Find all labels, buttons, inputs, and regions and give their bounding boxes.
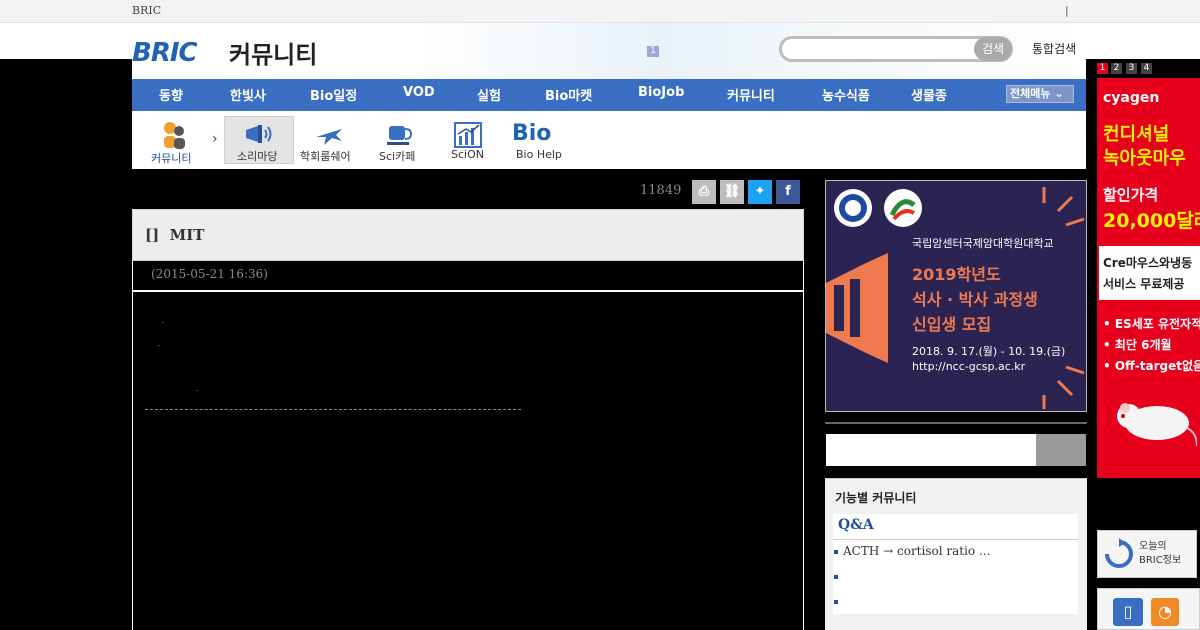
notice-badge[interactable]: 1 <box>647 46 659 57</box>
banner-line1: 2019학년도 <box>912 265 1001 284</box>
post-header <box>132 209 804 261</box>
bric-logo[interactable]: BRIC <box>132 38 198 68</box>
chart-icon <box>454 122 482 148</box>
topbar-brand-link[interactable]: BRIC <box>132 4 161 17</box>
subnav-item-bio-help[interactable]: Bio Help <box>516 148 562 161</box>
ad-page-4[interactable]: 4 <box>1141 63 1152 74</box>
chevron-down-icon: ⌄ <box>1054 87 1064 100</box>
sidebar-divider <box>825 422 1087 424</box>
search-button[interactable]: 검색 <box>974 37 1012 61</box>
nav-item-agri-food[interactable]: 농수식품 <box>822 85 870 104</box>
school-recruitment-banner[interactable]: 국립암센터국제암대학원대학교 2019학년도 석사 · 박사 과정생 신입생 모… <box>825 180 1087 412</box>
bullet-icon <box>834 550 838 554</box>
ad-price: 20,000달러 <box>1103 210 1200 232</box>
ad-page-3[interactable]: 3 <box>1126 63 1137 74</box>
refresh-icon <box>1105 538 1133 568</box>
qa-title-link[interactable]: Q&A <box>838 517 874 533</box>
bullet-icon <box>834 600 838 604</box>
ad-bullet2: • 최단 6개월 <box>1103 338 1172 352</box>
mobile-app-icon[interactable]: ▯ <box>1113 598 1143 626</box>
ad-offer2: 서비스 무료제공 <box>1103 277 1185 291</box>
ad-page-1[interactable]: 1 <box>1097 63 1108 74</box>
subnav-item-sci-cafe[interactable]: Sci카페 <box>379 148 415 164</box>
subnav-item-conference-share[interactable]: 학회룸쉐어 <box>300 148 351 164</box>
twitter-share-button[interactable]: ✦ <box>748 180 772 204</box>
nav-item-bio-schedule[interactable]: Bio일정 <box>310 85 357 104</box>
ad-offer1: Cre마우스와냉동 <box>1103 256 1193 270</box>
post-title-bracket: [] <box>145 226 160 244</box>
info-label-line2: BRIC정보 <box>1139 555 1182 566</box>
ad-price-label: 할인가격 <box>1103 186 1159 204</box>
qa-list-item[interactable]: ACTH → cortisol ratio ... <box>843 544 990 558</box>
print-button[interactable]: ⎙ <box>692 180 716 204</box>
subnav-item-community[interactable]: 커뮤니티 <box>151 150 191 166</box>
sidebar-search-button[interactable] <box>1036 434 1086 466</box>
ad-brand: cyagen <box>1103 90 1160 106</box>
twitter-icon: ✦ <box>754 184 766 199</box>
megaphone-graphic <box>826 253 888 363</box>
bio-help-icon: Bio <box>512 121 552 146</box>
side-advertisement[interactable]: cyagen 컨디셔널 녹아웃마우 할인가격 20,000달러 Cre마우스와냉… <box>1097 78 1200 478</box>
decorative-rays <box>1042 187 1085 409</box>
copy-link-button[interactable]: ⛓ <box>720 180 744 204</box>
banner-line3: 신입생 모집 <box>912 315 992 334</box>
airplane-icon <box>316 129 342 145</box>
megaphone-icon <box>246 125 272 143</box>
mouse-image <box>1117 403 1197 447</box>
subnav-item-scion[interactable]: SciON <box>451 148 484 161</box>
qa-divider <box>833 539 1078 540</box>
ad-bullet3: • Off-target없음 <box>1103 359 1200 373</box>
banner-line2: 석사 · 박사 과정생 <box>912 290 1038 309</box>
all-menu-label: 전체메뉴 <box>1010 87 1051 100</box>
banner-school: 국립암센터국제암대학원대학교 <box>912 237 1054 250</box>
link-icon: ⛓ <box>723 184 741 199</box>
top-utility-bar <box>0 0 1200 23</box>
facebook-share-button[interactable]: f <box>776 180 800 204</box>
post-divider <box>145 409 521 410</box>
ad-line2: 녹아웃마우 <box>1103 148 1186 169</box>
info-label-line1: 오늘의 <box>1139 541 1167 552</box>
section-title[interactable]: 커뮤니티 <box>229 35 317 70</box>
banner-url: http://ncc-gcsp.ac.kr <box>912 360 1026 373</box>
community-icon <box>164 122 185 149</box>
ad-page-2[interactable]: 2 <box>1111 63 1122 74</box>
total-search-link[interactable]: 통합검색 <box>1032 40 1076 57</box>
view-count: 11849 <box>640 183 682 198</box>
ad-line1: 컨디셔널 <box>1103 124 1170 145</box>
school-emblem-icon <box>834 189 922 227</box>
print-icon: ⎙ <box>698 184 710 199</box>
coffee-cup-icon <box>387 126 413 145</box>
post-title: [] MIT <box>145 226 204 244</box>
post-body <box>132 291 804 630</box>
all-menu-button[interactable]: 전체메뉴 ⌄ <box>1006 85 1074 103</box>
nav-item-bio-market[interactable]: Bio마켓 <box>545 85 592 104</box>
post-date: (2015-05-21 16:36) <box>151 267 268 281</box>
today-bric-info-label: 오늘의 BRIC정보 <box>1139 540 1181 568</box>
subnav-item-sorimadang[interactable]: 소리마당 <box>237 148 277 164</box>
nav-item-species[interactable]: 생물종 <box>911 85 947 104</box>
nav-item-community[interactable]: 커뮤니티 <box>727 85 775 104</box>
community-box-title: 기능별 커뮤니티 <box>835 491 917 505</box>
nav-item-vod[interactable]: VOD <box>403 85 435 100</box>
facebook-icon: f <box>785 184 791 199</box>
sidebar-search-input[interactable] <box>826 434 1036 466</box>
bullet-icon <box>834 575 838 579</box>
nav-item-hanbitsa[interactable]: 한빛사 <box>230 85 266 104</box>
rss-icon[interactable]: ◔ <box>1151 598 1179 626</box>
nav-item-experiment[interactable]: 실험 <box>477 85 501 104</box>
topbar-separator: | <box>1065 4 1069 17</box>
ad-bullet1: • ES세포 유전자적 <box>1103 317 1200 331</box>
nav-item-biojob[interactable]: BioJob <box>638 85 684 100</box>
chevron-right-icon: › <box>212 131 218 147</box>
nav-item-trends[interactable]: 동향 <box>159 85 183 104</box>
post-title-text: MIT <box>169 226 205 244</box>
